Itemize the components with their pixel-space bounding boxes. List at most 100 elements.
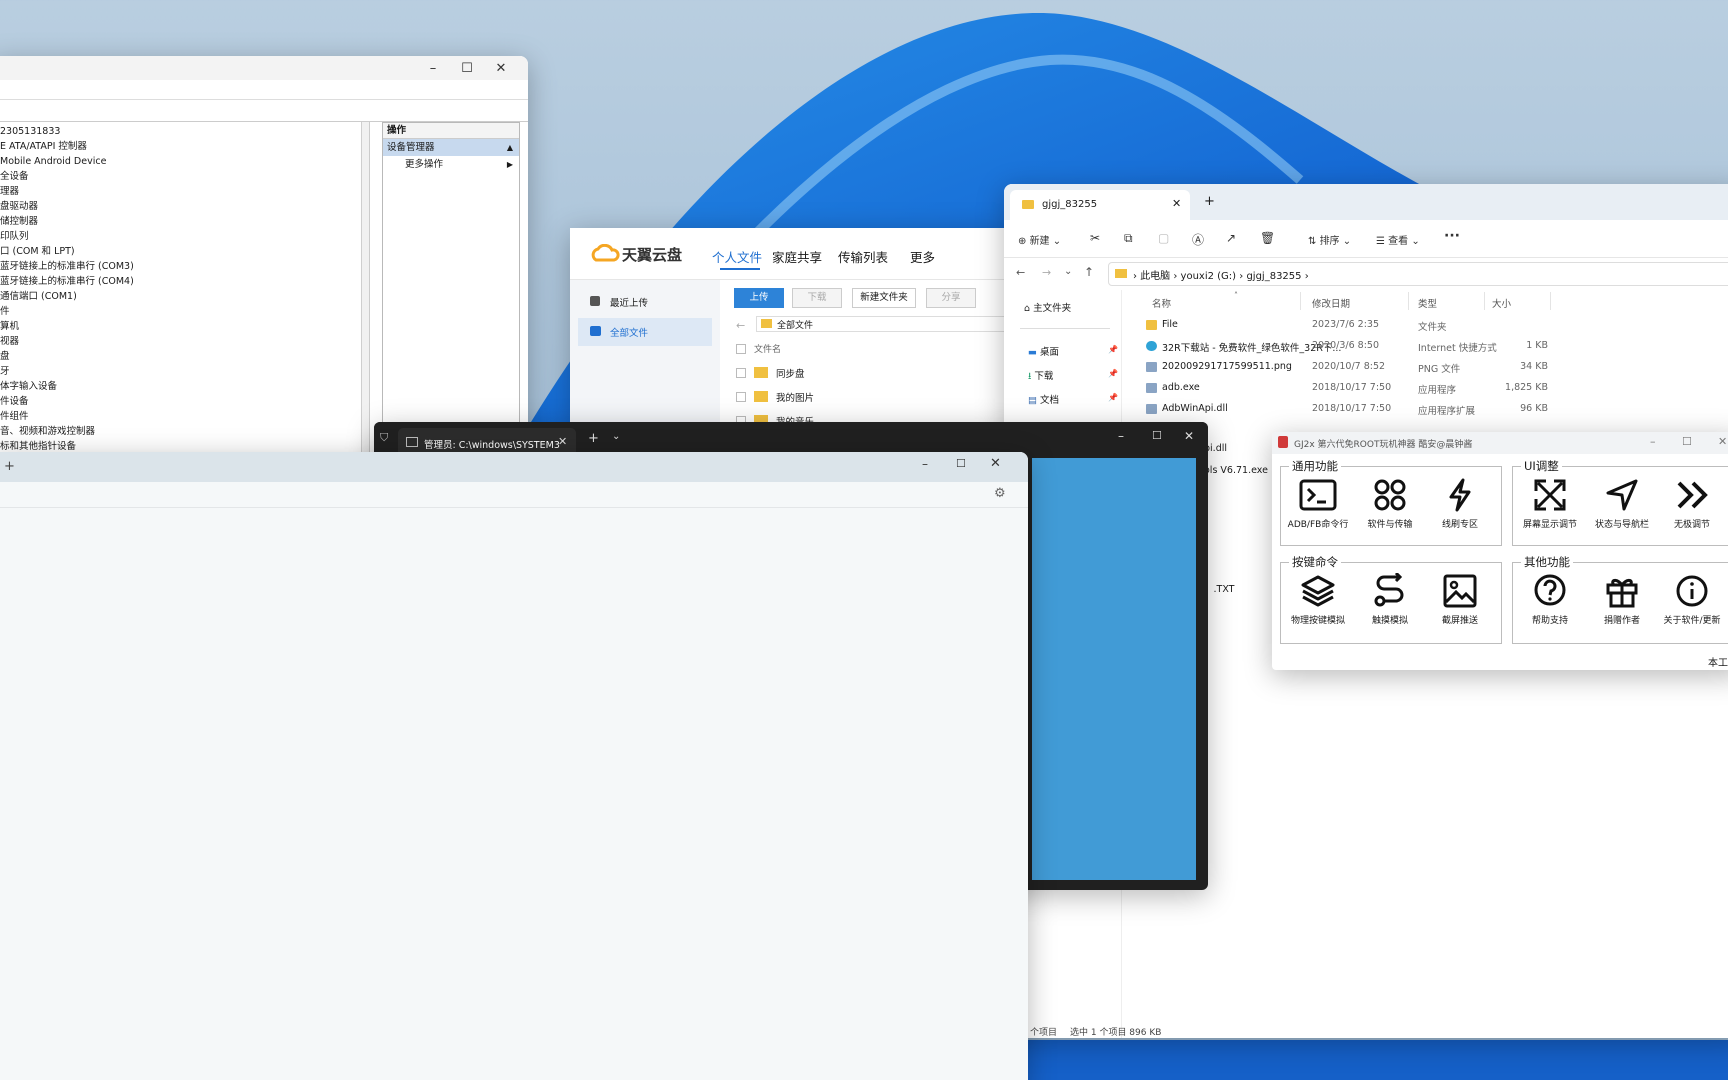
close-button[interactable]: ✕ [484, 57, 518, 79]
actions-selected[interactable]: 设备管理器 ▲ [383, 139, 519, 156]
close-tab-icon[interactable]: ✕ [1172, 197, 1181, 210]
new-tab-icon[interactable]: + [4, 459, 15, 474]
maximize-button[interactable]: ☐ [1152, 429, 1162, 442]
gear-icon[interactable]: ⚙ [994, 486, 1006, 501]
select-all-checkbox[interactable] [736, 344, 746, 354]
tool-apps[interactable]: 软件与传输 [1355, 475, 1425, 530]
tree-item[interactable]: 蓝牙链接上的标准串行 (COM4) [0, 274, 361, 289]
file-row[interactable]: 202009291717599511.png 2020/10/7 8:52 PNG … [1122, 356, 1728, 379]
file-name[interactable]: 我的图片 [776, 390, 814, 404]
tree-item[interactable]: 储控制器 [0, 214, 361, 229]
tree-item[interactable]: 口 (COM 和 LPT) [0, 244, 361, 259]
back-icon[interactable]: ← [1016, 266, 1025, 279]
scrollbar[interactable] [362, 122, 370, 452]
maximize-button[interactable]: ☐ [956, 457, 966, 470]
tool-stepless[interactable]: 无极调节 [1657, 475, 1727, 530]
tree-item[interactable]: 蓝牙链接上的标准串行 (COM3) [0, 259, 361, 274]
tree-item[interactable]: 牙 [0, 364, 361, 379]
more-actions[interactable]: 更多操作 ▶ [383, 156, 519, 173]
nav-more[interactable]: 更多 [910, 247, 935, 266]
side-recent[interactable]: 最近上传 [578, 290, 712, 314]
nav-home[interactable]: ⌂ 主文件夹 [1024, 300, 1071, 314]
tool-adb[interactable]: ADB/FB命令行 [1283, 475, 1353, 530]
tree-item[interactable]: 2305131833 [0, 124, 361, 139]
new-tab-icon[interactable]: + [588, 431, 599, 446]
delete-icon[interactable]: 🗑 [1260, 231, 1275, 245]
new-tab-icon[interactable]: + [1204, 194, 1215, 209]
tool-help[interactable]: 帮助支持 [1515, 571, 1585, 626]
cloud-path[interactable]: 全部文件 [756, 316, 1006, 332]
nav-transfer[interactable]: 传输列表 [838, 247, 888, 266]
new-folder-button[interactable]: 新建文件夹 [852, 288, 916, 308]
tree-item[interactable]: 通信端口 (COM1) [0, 289, 361, 304]
maximize-button[interactable]: ☐ [1682, 435, 1692, 448]
minimize-button[interactable]: – [416, 57, 450, 79]
tree-item[interactable]: 理器 [0, 184, 361, 199]
paste-icon[interactable]: ▢ [1158, 231, 1169, 245]
share-button[interactable]: 分享 [926, 288, 976, 308]
tree-item[interactable]: 印队列 [0, 229, 361, 244]
minimize-button[interactable]: – [1118, 429, 1124, 443]
file-row[interactable]: File 2023/7/6 2:35 文件夹 [1122, 314, 1728, 337]
crumb-pc[interactable]: 此电脑 [1140, 271, 1170, 282]
crumb-folder[interactable]: gjgj_83255 [1246, 271, 1301, 282]
tree-item[interactable]: 标和其他指针设备 [0, 439, 361, 452]
file-row[interactable]: adb.exe 2018/10/17 7:50 应用程序 1,825 KB [1122, 377, 1728, 400]
tool-statusbar[interactable]: 状态与导航栏 [1587, 475, 1657, 530]
maximize-button[interactable]: ☐ [450, 57, 484, 79]
nav-family[interactable]: 家庭共享 [772, 247, 822, 266]
tree-item[interactable]: 算机 [0, 319, 361, 334]
col-date[interactable]: 修改日期 [1312, 296, 1350, 310]
file-name[interactable]: 同步盘 [776, 366, 805, 380]
more-icon[interactable]: ··· [1444, 228, 1460, 244]
minimize-button[interactable]: – [922, 457, 928, 471]
tool-flash[interactable]: 线刷专区 [1425, 475, 1495, 530]
nav-documents[interactable]: ▤ 文档 [1028, 392, 1059, 406]
tree-item[interactable]: 件设备 [0, 394, 361, 409]
row-checkbox[interactable] [736, 368, 746, 378]
row-checkbox[interactable] [736, 392, 746, 402]
upload-button[interactable]: 上传 [734, 288, 784, 308]
new-button[interactable]: ⊕ 新建 ⌄ [1018, 232, 1061, 247]
tree-item[interactable]: Mobile Android Device [0, 154, 361, 169]
forward-icon[interactable]: → [1042, 266, 1051, 279]
up-icon[interactable]: ↑ [1084, 265, 1094, 279]
minimize-button[interactable]: – [1650, 435, 1656, 448]
tool-screenshot[interactable]: 截屏推送 [1425, 571, 1495, 626]
back-arrow-icon[interactable]: ← [736, 319, 745, 332]
close-button[interactable]: ✕ [1184, 429, 1194, 443]
view-button[interactable]: ☰ 查看 ⌄ [1376, 232, 1420, 247]
sort-button[interactable]: ⇅ 排序 ⌄ [1308, 232, 1351, 247]
address-bar[interactable]: › 此电脑 › youxi2 (G:) › gjgj_83255 › [1108, 262, 1728, 286]
download-button[interactable]: 下载 [792, 288, 842, 308]
file-name[interactable]: ）.TXT [1204, 581, 1234, 595]
tool-donate[interactable]: 捐赠作者 [1587, 571, 1657, 626]
col-type[interactable]: 类型 [1418, 296, 1437, 310]
tree-item[interactable]: 音、视频和游戏控制器 [0, 424, 361, 439]
crumb-drive[interactable]: youxi2 (G:) [1181, 271, 1237, 282]
tree-item[interactable]: 盘驱动器 [0, 199, 361, 214]
recent-locations-icon[interactable]: ⌄ [1064, 266, 1072, 277]
share-icon[interactable]: ↗ [1226, 231, 1236, 245]
cut-icon[interactable]: ✂ [1090, 231, 1100, 245]
tree-item[interactable]: 体字输入设备 [0, 379, 361, 394]
rename-icon[interactable]: Ⓐ [1192, 231, 1204, 248]
nav-downloads[interactable]: ⭳ 下载 [1028, 368, 1053, 385]
tree-item[interactable]: E ATA/ATAPI 控制器 [0, 139, 361, 154]
file-row[interactable]: 32R下载站 - 免费软件_绿色软件_32R下... 2020/3/6 8:50 I… [1122, 335, 1728, 358]
col-size[interactable]: 大小 [1492, 296, 1511, 310]
tab-current[interactable]: gjgj_83255 ✕ [1010, 190, 1190, 220]
close-tab-icon[interactable]: ✕ [558, 435, 567, 448]
close-button[interactable]: ✕ [1718, 435, 1727, 448]
copy-icon[interactable]: ⧉ [1124, 231, 1133, 246]
nav-personal[interactable]: 个人文件 [712, 247, 762, 266]
nav-desktop[interactable]: ▬ 桌面 [1028, 344, 1059, 358]
tree-item[interactable]: 件 [0, 304, 361, 319]
file-name[interactable]: ols V6.71.exe [1204, 465, 1268, 476]
tree-item[interactable]: 全设备 [0, 169, 361, 184]
col-name[interactable]: 名称 [1152, 296, 1171, 310]
side-all-files[interactable]: 全部文件 [578, 318, 712, 346]
close-button[interactable]: ✕ [990, 456, 1001, 471]
tree-item[interactable]: 视器 [0, 334, 361, 349]
tool-screen[interactable]: 屏幕显示调节 [1515, 475, 1585, 530]
